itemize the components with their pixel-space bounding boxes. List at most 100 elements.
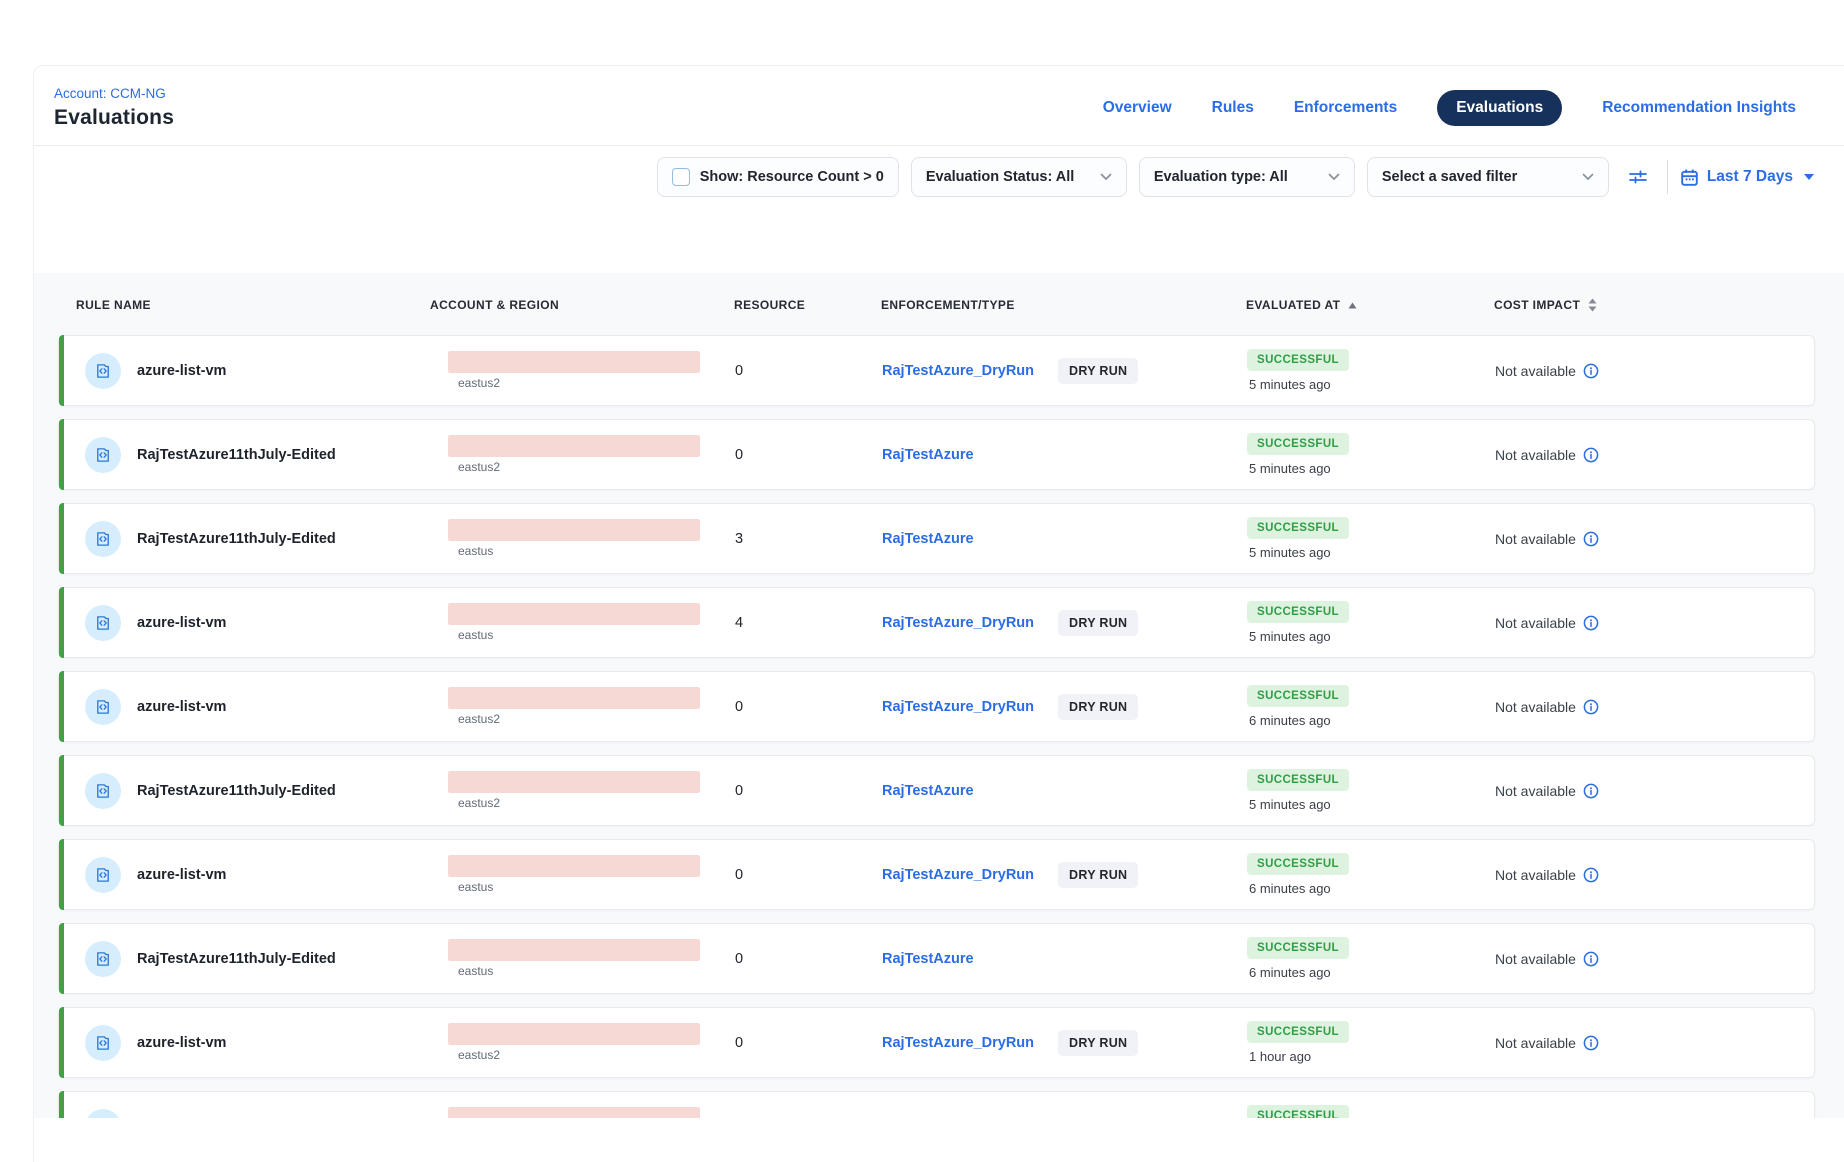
evaluated-at-cell: SUCCESSFUL 5 minutes ago	[1167, 433, 1415, 476]
rule-cell: azure-list-vm	[59, 857, 384, 893]
enforcement-link[interactable]: RajTestAzure_DryRun	[882, 1035, 1034, 1051]
evaluation-type-dropdown[interactable]: Evaluation type: All	[1139, 157, 1355, 197]
region-label: eastus2	[458, 460, 700, 474]
evaluated-at-cell: SUCCESSFUL 6 minutes ago	[1167, 853, 1415, 896]
status-badge: SUCCESSFUL	[1247, 1105, 1349, 1118]
show-resource-count-toggle[interactable]: Show: Resource Count > 0	[657, 157, 899, 197]
rule-name: azure-list-vm	[137, 699, 226, 715]
evaluated-at-cell: SUCCESSFUL 1 hour ago	[1167, 1105, 1415, 1118]
date-range-picker[interactable]: Last 7 Days	[1680, 168, 1814, 187]
info-icon[interactable]	[1583, 363, 1599, 379]
page-header: Account: CCM-NG Evaluations Overview Rul…	[34, 66, 1844, 146]
enforcement-link[interactable]: RajTestAzure	[882, 783, 974, 799]
enforcement-link[interactable]: RajTestAzure_DryRun	[882, 699, 1034, 715]
resource-count: 0	[684, 783, 799, 799]
evaluation-row[interactable]: RajTestAzure11thJuly-Edited eastus2 0 Ra…	[58, 419, 1815, 490]
rule-avatar	[85, 437, 121, 473]
rule-name: RajTestAzure11thJuly-Edited	[137, 783, 336, 799]
cost-impact-value: Not available	[1495, 531, 1576, 547]
status-badge: SUCCESSFUL	[1247, 517, 1349, 539]
resource-count: 3	[684, 531, 799, 547]
page-title: Evaluations	[54, 106, 174, 130]
caret-down-icon	[1804, 174, 1814, 180]
enforcement-link[interactable]: RajTestAzure	[882, 447, 974, 463]
cost-impact-value: Not available	[1495, 783, 1576, 799]
account-column: eastus2	[448, 687, 700, 726]
account-region-cell: eastus2	[384, 771, 684, 810]
column-evaluated-at-sort[interactable]: EVALUATED AT	[1166, 298, 1414, 312]
resource-count-checkbox[interactable]	[672, 168, 690, 186]
cost-impact-value: Not available	[1495, 867, 1576, 883]
saved-filter-dropdown[interactable]: Select a saved filter	[1367, 157, 1609, 197]
row-status-accent	[59, 755, 64, 826]
region-label: eastus2	[458, 796, 700, 810]
enforcement-cell: RajTestAzure_DryRun DRY RUN	[799, 1030, 1167, 1056]
enforcement-cell: RajTestAzure_DryRun DRY RUN	[799, 694, 1167, 720]
info-icon[interactable]	[1583, 783, 1599, 799]
account-column: eastus	[448, 519, 700, 558]
rule-code-icon	[94, 782, 112, 800]
cost-impact-cell: Not available	[1415, 531, 1814, 547]
filter-settings-button[interactable]	[1621, 160, 1655, 194]
status-badge: SUCCESSFUL	[1247, 433, 1349, 455]
account-region-cell: eastus	[384, 939, 684, 978]
info-icon[interactable]	[1583, 615, 1599, 631]
evaluated-time: 5 minutes ago	[1247, 545, 1331, 560]
info-icon[interactable]	[1583, 951, 1599, 967]
evaluation-row[interactable]: RajTestAzure11thJuly-Edited eastus 0 Raj…	[58, 923, 1815, 994]
rule-code-icon	[94, 530, 112, 548]
info-icon[interactable]	[1583, 531, 1599, 547]
evaluation-status-dropdown[interactable]: Evaluation Status: All	[911, 157, 1127, 197]
cost-impact-value: Not available	[1495, 1035, 1576, 1051]
enforcement-cell: RajTestAzure DRY RUN	[799, 531, 1167, 547]
filter-divider	[1667, 160, 1668, 194]
account-column: eastus2	[448, 435, 700, 474]
evaluation-row[interactable]: azure-list-vm eastus2 0 RajTestAzure_Dry…	[58, 671, 1815, 742]
account-region-cell: eastus2	[384, 1107, 684, 1118]
enforcement-cell: RajTestAzure_DryRun DRY RUN	[799, 610, 1167, 636]
info-icon[interactable]	[1583, 447, 1599, 463]
evaluation-row[interactable]: azure-list-vm eastus2 0 RajTestAzure_Dry…	[58, 1007, 1815, 1078]
evaluation-row[interactable]: RajTestAzure11thJuly-Edited eastus 3 Raj…	[58, 503, 1815, 574]
enforcement-link[interactable]: RajTestAzure_DryRun	[882, 363, 1034, 379]
tab-overview[interactable]: Overview	[1103, 99, 1172, 117]
info-icon[interactable]	[1583, 1035, 1599, 1051]
evaluation-row[interactable]: azure-list-vm eastus 0 RajTestAzure_DryR…	[58, 839, 1815, 910]
cost-impact-cell: Not available	[1415, 363, 1814, 379]
evaluated-at-cell: SUCCESSFUL 6 minutes ago	[1167, 685, 1415, 728]
info-icon[interactable]	[1583, 867, 1599, 883]
enforcement-link[interactable]: RajTestAzure	[882, 951, 974, 967]
enforcement-cell: RajTestAzure DRY RUN	[799, 783, 1167, 799]
cost-impact-cell: Not available	[1415, 783, 1814, 799]
tab-enforcements[interactable]: Enforcements	[1294, 99, 1397, 117]
breadcrumb[interactable]: Account: CCM-NG	[54, 86, 174, 101]
dry-run-badge: DRY RUN	[1058, 1030, 1138, 1056]
evaluation-row[interactable]: azure-list-vm eastus 4 RajTestAzure_DryR…	[58, 587, 1815, 658]
evaluation-type-value: Evaluation type: All	[1154, 169, 1288, 185]
cost-impact-value: Not available	[1495, 615, 1576, 631]
column-enforcement-type: ENFORCEMENT/TYPE	[798, 298, 1166, 312]
evaluation-row[interactable]: RajTestAzure11thJuly-Edited eastus2 0 Ra…	[58, 755, 1815, 826]
account-name-redacted	[448, 1107, 700, 1118]
region-label: eastus	[458, 880, 700, 894]
evaluation-row[interactable]: RajTestAzure11thJuly-Edited eastus2 0 Ra…	[58, 1091, 1815, 1118]
column-cost-impact-sort[interactable]: COST IMPACT	[1414, 298, 1815, 312]
evaluation-row[interactable]: azure-list-vm eastus2 0 RajTestAzure_Dry…	[58, 335, 1815, 406]
tab-evaluations-active[interactable]: Evaluations	[1437, 90, 1562, 126]
rule-cell: azure-list-vm	[59, 1025, 384, 1061]
account-name-redacted	[448, 855, 700, 877]
tab-recommendation-insights[interactable]: Recommendation Insights	[1602, 99, 1796, 117]
cost-impact-value: Not available	[1495, 699, 1576, 715]
dry-run-badge: DRY RUN	[1058, 694, 1138, 720]
region-label: eastus2	[458, 1048, 700, 1062]
tab-rules[interactable]: Rules	[1212, 99, 1254, 117]
rule-name: RajTestAzure11thJuly-Edited	[137, 531, 336, 547]
enforcement-link[interactable]: RajTestAzure	[882, 531, 974, 547]
evaluated-at-cell: SUCCESSFUL 5 minutes ago	[1167, 769, 1415, 812]
enforcement-link[interactable]: RajTestAzure_DryRun	[882, 615, 1034, 631]
enforcement-link[interactable]: RajTestAzure_DryRun	[882, 867, 1034, 883]
info-icon[interactable]	[1583, 699, 1599, 715]
row-status-accent	[59, 419, 64, 490]
resource-count: 0	[684, 951, 799, 967]
column-resource-sort[interactable]: RESOURCE	[683, 298, 798, 312]
